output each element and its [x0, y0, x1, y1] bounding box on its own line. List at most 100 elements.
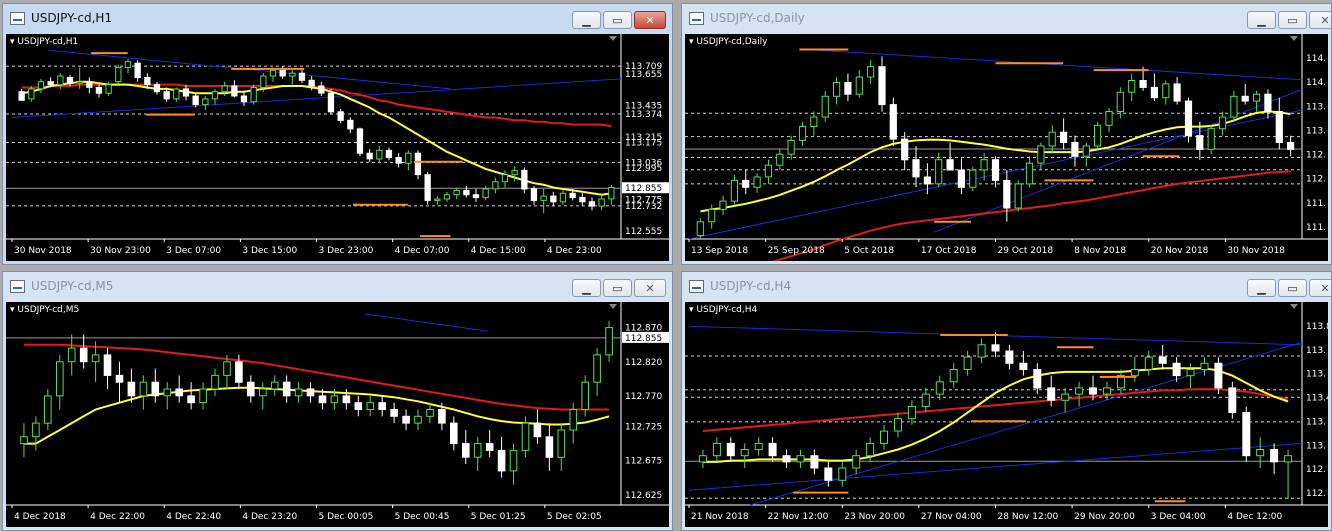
candle-body: [153, 84, 161, 93]
candle-body: [1230, 95, 1238, 118]
time-axis-label: 3 Dec 04:00: [1151, 512, 1206, 522]
dropdown-arrow-icon[interactable]: ▾: [689, 305, 694, 315]
price-chart[interactable]: 114. 114. 113. 113. 112. 112. 111. 111. 13 Sep 2…: [685, 34, 1328, 261]
candle-body: [946, 159, 954, 171]
window-titlebar[interactable]: USDJPY-cd,M5 ▁ ▭ ✕: [3, 272, 672, 302]
candle-body: [796, 455, 805, 463]
restore-button[interactable]: ▭: [1278, 279, 1307, 297]
restore-button[interactable]: ▭: [603, 11, 632, 29]
slow-moving-average: [702, 388, 1289, 433]
time-axis-label: 5 Dec 00:05: [319, 512, 374, 522]
price-axis-label: 112.770: [625, 392, 662, 402]
candle-body: [1162, 83, 1170, 99]
restore-button[interactable]: ▭: [603, 279, 632, 297]
time-axis-label: 4 Dec 07:00: [395, 246, 450, 256]
minimize-button[interactable]: ▁: [572, 279, 601, 297]
close-button[interactable]: ✕: [1309, 279, 1331, 297]
candle-body: [1105, 111, 1113, 126]
price-axis-label: 113.: [1306, 441, 1326, 451]
close-button[interactable]: ✕: [1309, 11, 1331, 29]
price-chart[interactable]: 113.709113.655113.435113.374113.215113.1…: [6, 34, 669, 261]
price-axis-label: 112.: [1306, 465, 1326, 475]
window-titlebar[interactable]: USDJPY-cd,Daily ▁ ▭ ✕: [682, 4, 1331, 34]
candle-body: [1014, 183, 1022, 209]
chart-window-icon: [10, 280, 25, 293]
chart-area[interactable]: 114. 114. 113. 113. 112. 112. 111. 111. 13 Sep 2…: [685, 34, 1328, 261]
minimize-button[interactable]: ▁: [572, 11, 601, 29]
candle-body: [581, 381, 590, 410]
price-chart[interactable]: 112.870112.855112.820112.770112.725112.6…: [6, 302, 669, 527]
candle-body: [719, 200, 727, 210]
chart-window-m5[interactable]: USDJPY-cd,M5 ▁ ▭ ✕ 112.870 112.855 112.820…: [2, 271, 673, 531]
close-icon: ✕: [1320, 281, 1330, 295]
candle-body: [240, 95, 248, 103]
candle-body: [833, 82, 841, 97]
candle-body: [199, 388, 207, 404]
chart-area[interactable]: 112.870 112.855 112.820 112.770 112.725 112.6…: [6, 302, 669, 527]
candle-body: [28, 88, 35, 100]
candle-body: [855, 76, 863, 95]
candle-body: [163, 388, 172, 397]
restore-button[interactable]: ▭: [1278, 11, 1307, 29]
candle-body: [1241, 95, 1249, 102]
candle-body: [376, 149, 383, 160]
minimize-button[interactable]: ▁: [1247, 279, 1276, 297]
time-axis-label: 3 Dec 23:00: [319, 246, 374, 256]
candle-body: [378, 402, 386, 410]
candle-body: [753, 176, 761, 188]
candle-body: [103, 354, 112, 376]
candle-body: [306, 388, 315, 397]
price-chart[interactable]: 113.8 113. 113. 113.4 113. 113. 112. 112. 21 Nov…: [685, 302, 1328, 527]
restore-icon: ▭: [612, 281, 623, 295]
candle-body: [124, 61, 132, 68]
candle-body: [1270, 449, 1279, 463]
close-icon: ✕: [645, 13, 655, 27]
dropdown-arrow-icon[interactable]: ▾: [689, 37, 694, 47]
candle-body: [473, 443, 482, 458]
candle-body: [270, 381, 279, 390]
window-titlebar[interactable]: USDJPY-cd,H4 ▁ ▭ ✕: [682, 272, 1331, 302]
window-titlebar[interactable]: USDJPY-cd,H1 ▁ ▭ ✕: [3, 4, 672, 34]
time-axis-label: 4 Dec 23:20: [242, 512, 297, 522]
chart-window-h1[interactable]: USDJPY-cd,H1 ▁ ▭ ✕ 113.709 113.655 113.435…: [2, 3, 673, 265]
candle-body: [318, 85, 325, 94]
chart-window-icon: [689, 280, 704, 293]
time-axis-label: 30 Nov 2018: [1227, 246, 1285, 256]
minimize-button[interactable]: ▁: [1247, 11, 1276, 29]
candle-body: [557, 429, 566, 458]
candle-body: [134, 62, 141, 79]
candle-body: [969, 169, 977, 188]
candle-body: [86, 81, 93, 88]
dropdown-arrow-icon[interactable]: ▾: [10, 305, 15, 315]
candle-body: [472, 194, 480, 199]
close-button[interactable]: ✕: [634, 279, 666, 297]
candle-body: [211, 374, 219, 390]
close-icon: ✕: [645, 281, 655, 295]
candle-body: [1173, 83, 1181, 102]
candle-body: [1207, 128, 1215, 150]
minimize-icon: ▁: [1257, 281, 1266, 295]
candle-body: [866, 442, 875, 457]
candle-body: [485, 443, 494, 451]
candle-body: [395, 157, 402, 164]
close-button[interactable]: ✕: [634, 11, 666, 29]
restore-icon: ▭: [1287, 281, 1298, 295]
chart-area[interactable]: 113.709 113.655 113.435 113.374 113.215 113.1…: [6, 34, 669, 261]
dropdown-arrow-icon[interactable]: ▾: [10, 37, 15, 47]
chart-window-daily[interactable]: USDJPY-cd,Daily ▁ ▭ ✕ 114. 114. 113. 113. 11…: [681, 3, 1332, 265]
candle-body: [223, 361, 231, 376]
chart-shift-icon: [1290, 36, 1298, 41]
candle-body: [1048, 131, 1056, 147]
fast-moving-average: [23, 386, 610, 445]
candle-body: [342, 395, 351, 404]
chart-window-icon: [689, 12, 704, 25]
window-title: USDJPY-cd,H1: [31, 11, 113, 25]
chart-window-h4[interactable]: USDJPY-cd,H4 ▁ ▭ ✕ 113.8113.113.113.4113…: [681, 271, 1332, 531]
chart-area[interactable]: 113.8 113. 113. 113.4 113. 113. 112. 112. 21 Nov…: [685, 302, 1328, 527]
candle-body: [426, 409, 434, 417]
price-axis-label: 112.: [1306, 151, 1326, 161]
time-axis-label: 30 Nov 2018: [14, 246, 72, 256]
candle-body: [192, 95, 199, 106]
candle-body: [949, 369, 958, 383]
price-axis-label: 113.374: [625, 110, 662, 120]
